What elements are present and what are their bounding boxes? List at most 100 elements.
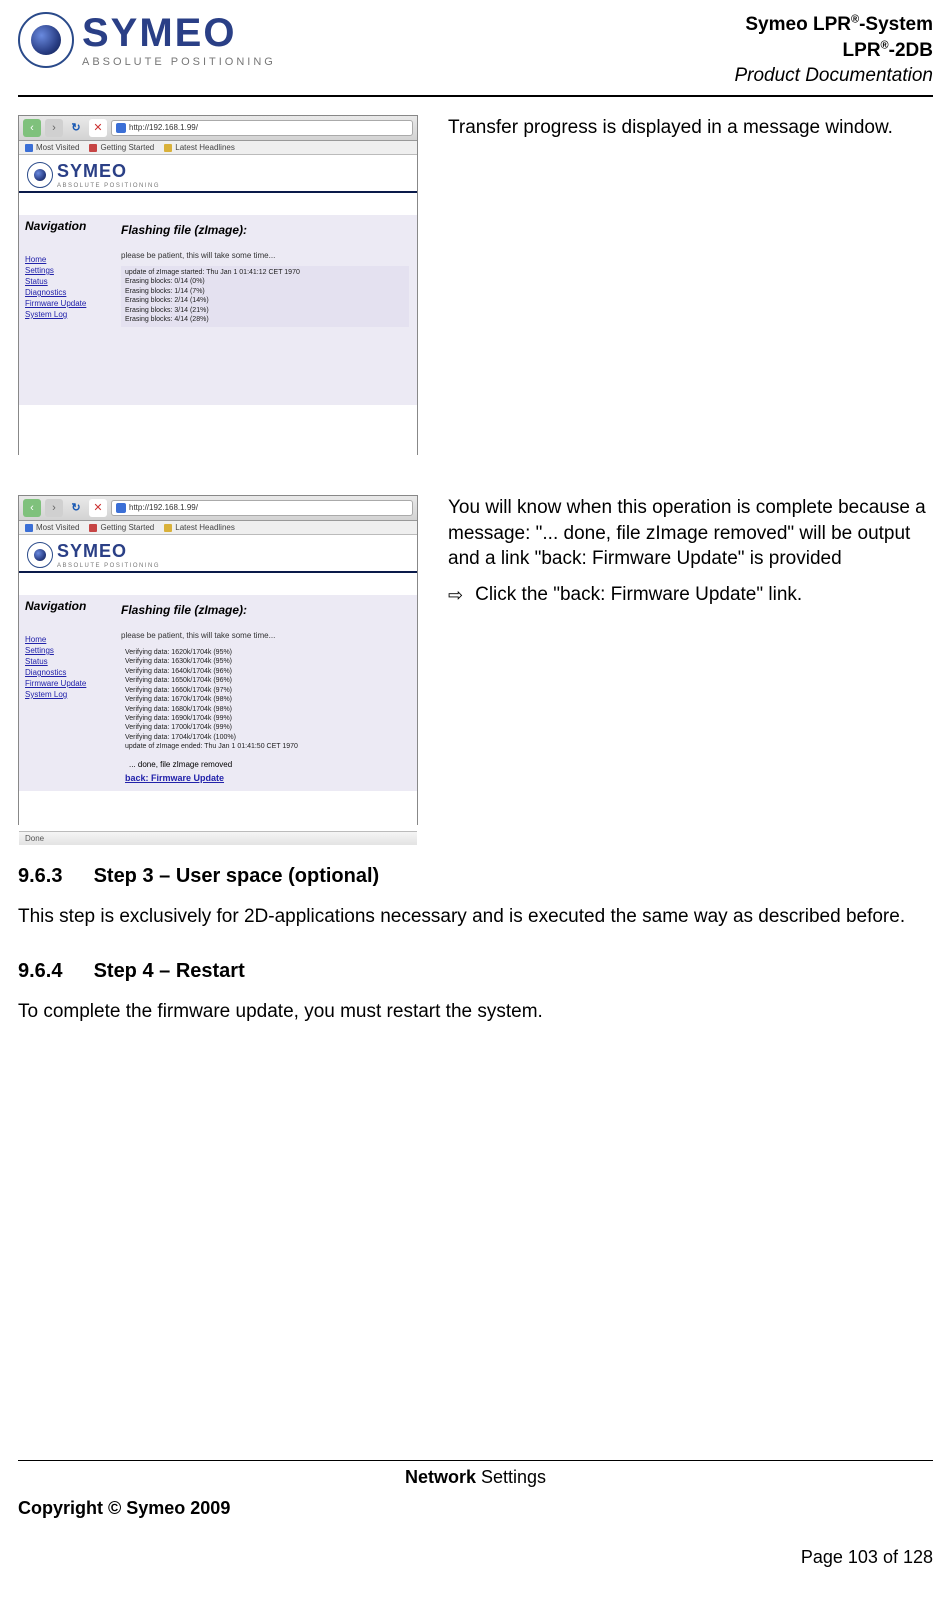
log-line: Erasing blocks: 1/14 (7%): [125, 287, 405, 296]
nav-firmware[interactable]: Firmware Update: [25, 679, 115, 688]
reload-icon[interactable]: ↻: [67, 499, 85, 517]
nav-title: Navigation: [25, 219, 86, 233]
footer-section-rest: Settings: [476, 1467, 546, 1487]
stop-icon[interactable]: ✕: [89, 119, 107, 137]
page-header: SYMEO ABSOLUTE POSITIONING Symeo LPR®-Sy…: [18, 12, 933, 97]
address-bar[interactable]: http://192.168.1.99/: [111, 120, 413, 136]
nav-diagnostics[interactable]: Diagnostics: [25, 288, 115, 297]
forward-icon: ›: [45, 119, 63, 137]
nav-syslog[interactable]: System Log: [25, 310, 115, 319]
log-line: Erasing blocks: 3/14 (21%): [125, 306, 405, 315]
log-line: update of zImage ended: Thu Jan 1 01:41:…: [125, 742, 405, 751]
bookmark-getting-started[interactable]: Getting Started: [89, 523, 154, 532]
nav-firmware[interactable]: Firmware Update: [25, 299, 115, 308]
title-line1a: Symeo LPR: [745, 14, 851, 35]
logo-icon: [18, 12, 74, 68]
inner-logo-tag: ABSOLUTE POSITIONING: [57, 563, 160, 569]
caption-1: Transfer progress is displayed in a mess…: [448, 115, 933, 455]
nav-home[interactable]: Home: [25, 255, 115, 264]
log-line: Verifying data: 1680k/1704k (98%): [125, 705, 405, 714]
done-message: ... done, file zImage removed: [129, 760, 409, 769]
log-line: update of zImage started: Thu Jan 1 01:4…: [125, 268, 405, 277]
caption-2-action: Click the "back: Firmware Update" link.: [475, 582, 802, 608]
screenshot-progress: ‹ › ↻ ✕ http://192.168.1.99/ Most Visite…: [18, 115, 418, 455]
log-line: Verifying data: 1704k/1704k (100%): [125, 733, 405, 742]
title-line2b: -2DB: [889, 40, 933, 61]
logo: SYMEO ABSOLUTE POSITIONING: [18, 12, 276, 68]
bookmark-latest-headlines[interactable]: Latest Headlines: [164, 143, 235, 152]
log-line: Verifying data: 1620k/1704k (95%): [125, 648, 405, 657]
screenshot-done: ‹ › ↻ ✕ http://192.168.1.99/ Most Visite…: [18, 495, 418, 825]
log-line: Verifying data: 1650k/1704k (96%): [125, 676, 405, 685]
caption-2-text: You will know when this operation is com…: [448, 495, 933, 572]
browser-toolbar: ‹ › ↻ ✕ http://192.168.1.99/: [19, 496, 417, 521]
footer-section-bold: Network: [405, 1467, 476, 1487]
stop-icon[interactable]: ✕: [89, 499, 107, 517]
bookmark-most-visited[interactable]: Most Visited: [25, 143, 79, 152]
nav-title: Navigation: [25, 599, 86, 613]
inner-logo-name: SYMEO: [57, 161, 160, 182]
footer-page: Page 103 of 128: [18, 1547, 933, 1568]
logo-name: SYMEO: [82, 13, 276, 53]
bookmark-getting-started[interactable]: Getting Started: [89, 143, 154, 152]
address-bar[interactable]: http://192.168.1.99/: [111, 500, 413, 516]
main-column: Flashing file (zImage): please be patien…: [121, 215, 417, 405]
nav-home[interactable]: Home: [25, 635, 115, 644]
nav-column: Navigation Home Settings Status Diagnost…: [19, 215, 121, 405]
flash-heading: Flashing file (zImage):: [121, 603, 409, 617]
nav-settings[interactable]: Settings: [25, 266, 115, 275]
page-footer: Network Settings Copyright © Symeo 2009 …: [18, 1460, 933, 1568]
back-icon[interactable]: ‹: [23, 499, 41, 517]
flash-note: please be patient, this will take some t…: [121, 631, 409, 640]
back-icon[interactable]: ‹: [23, 119, 41, 137]
log-output: update of zImage started: Thu Jan 1 01:4…: [121, 266, 409, 327]
doc-title: Symeo LPR®-System LPR®-2DB Product Docum…: [734, 12, 933, 89]
nav-syslog[interactable]: System Log: [25, 690, 115, 699]
heading-964: 9.6.4 Step 4 – Restart: [18, 960, 933, 983]
footer-section: Network Settings: [18, 1467, 933, 1488]
heading-963-num: 9.6.3: [18, 865, 88, 888]
browser-toolbar: ‹ › ↻ ✕ http://192.168.1.99/: [19, 116, 417, 141]
inner-logo-name: SYMEO: [57, 541, 160, 562]
bookmark-latest-headlines[interactable]: Latest Headlines: [164, 523, 235, 532]
nav-status[interactable]: Status: [25, 277, 115, 286]
log-line: Erasing blocks: 0/14 (0%): [125, 277, 405, 286]
title-line2a: LPR: [843, 40, 881, 61]
nav-status[interactable]: Status: [25, 657, 115, 666]
bookmark-bar: Most Visited Getting Started Latest Head…: [19, 521, 417, 535]
nav-column: Navigation Home Settings Status Diagnost…: [19, 595, 121, 791]
nav-settings[interactable]: Settings: [25, 646, 115, 655]
reload-icon[interactable]: ↻: [67, 119, 85, 137]
status-bar: Done: [19, 831, 417, 845]
caption-2: You will know when this operation is com…: [448, 495, 933, 825]
bookmark-most-visited[interactable]: Most Visited: [25, 523, 79, 532]
nav-diagnostics[interactable]: Diagnostics: [25, 668, 115, 677]
log-line: Verifying data: 1690k/1704k (99%): [125, 714, 405, 723]
body-964: To complete the firmware update, you mus…: [18, 999, 933, 1025]
back-firmware-link[interactable]: back: Firmware Update: [125, 773, 409, 783]
heading-964-num: 9.6.4: [18, 960, 88, 983]
inner-logo: SYMEO ABSOLUTE POSITIONING: [19, 535, 417, 573]
log-line: Verifying data: 1640k/1704k (96%): [125, 667, 405, 676]
heading-963: 9.6.3 Step 3 – User space (optional): [18, 865, 933, 888]
title-line3: Product Documentation: [734, 63, 933, 89]
arrow-icon: ⇨: [448, 583, 463, 607]
flash-note: please be patient, this will take some t…: [121, 251, 409, 260]
log-line: Verifying data: 1660k/1704k (97%): [125, 686, 405, 695]
footer-copyright: Copyright © Symeo 2009: [18, 1498, 933, 1519]
inner-logo-tag: ABSOLUTE POSITIONING: [57, 183, 160, 189]
logo-tagline: ABSOLUTE POSITIONING: [82, 57, 276, 68]
body-963: This step is exclusively for 2D-applicat…: [18, 904, 933, 930]
forward-icon: ›: [45, 499, 63, 517]
flash-heading: Flashing file (zImage):: [121, 223, 409, 237]
inner-logo: SYMEO ABSOLUTE POSITIONING: [19, 155, 417, 193]
caption-1-text: Transfer progress is displayed in a mess…: [448, 115, 933, 141]
title-line1b: -System: [859, 14, 933, 35]
log-line: Verifying data: 1700k/1704k (99%): [125, 723, 405, 732]
log-line: Verifying data: 1630k/1704k (95%): [125, 657, 405, 666]
main-column: Flashing file (zImage): please be patien…: [121, 595, 417, 791]
heading-964-title: Step 4 – Restart: [94, 960, 245, 982]
log-output: Verifying data: 1620k/1704k (95%) Verify…: [121, 646, 409, 754]
log-line: Verifying data: 1670k/1704k (98%): [125, 695, 405, 704]
log-line: Erasing blocks: 2/14 (14%): [125, 296, 405, 305]
